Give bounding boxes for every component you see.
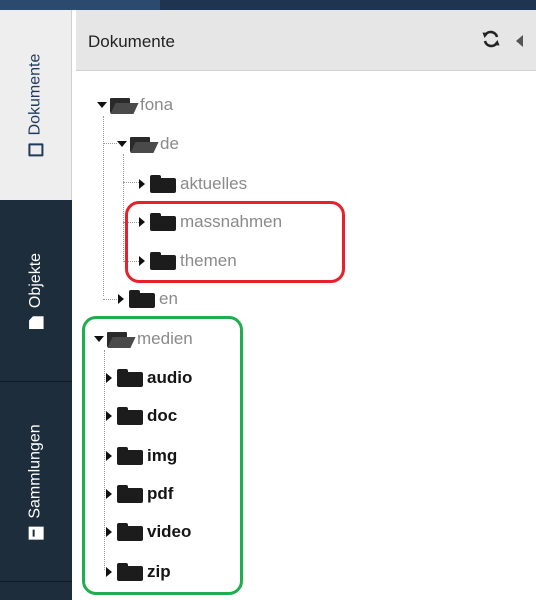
tree-node-zip[interactable]: zip bbox=[102, 558, 171, 586]
panel-title: Dokumente bbox=[88, 32, 175, 51]
folder-icon bbox=[117, 446, 143, 466]
folder-icon bbox=[117, 562, 143, 582]
folder-icon bbox=[150, 212, 176, 232]
file-icon bbox=[29, 316, 44, 329]
collapse-toggle-icon[interactable] bbox=[135, 215, 149, 229]
document-icon bbox=[28, 143, 44, 157]
tree-label-aktuelles: aktuelles bbox=[180, 174, 248, 193]
collapse-toggle-icon[interactable] bbox=[135, 177, 149, 191]
expand-toggle-icon[interactable] bbox=[95, 98, 109, 112]
tab-dokumente[interactable]: Dokumente bbox=[0, 10, 72, 200]
tree-node-aktuelles[interactable]: aktuelles bbox=[135, 170, 247, 198]
collapse-toggle-icon[interactable] bbox=[102, 525, 116, 539]
tree-label-audio: audio bbox=[147, 368, 193, 387]
collapse-toggle-icon[interactable] bbox=[114, 292, 128, 306]
folder-icon bbox=[150, 174, 176, 194]
folder-icon bbox=[117, 484, 143, 504]
tree-label-themen: themen bbox=[180, 251, 237, 270]
tree-label-video: video bbox=[147, 522, 192, 541]
tab-sammlungen-label: Sammlungen bbox=[27, 423, 44, 519]
tab-objekte-label: Objekte bbox=[27, 252, 45, 308]
tree-label-img: img bbox=[147, 446, 178, 465]
tree-node-en[interactable]: en bbox=[114, 285, 178, 313]
collection-icon bbox=[28, 526, 44, 540]
tree-connector bbox=[123, 154, 124, 262]
tree-node-pdf[interactable]: pdf bbox=[102, 480, 173, 508]
tree-label-pdf: pdf bbox=[147, 484, 174, 503]
tree-node-doc[interactable]: doc bbox=[102, 402, 177, 430]
tree-node-fona[interactable]: fona bbox=[95, 91, 173, 119]
tree-node-video[interactable]: video bbox=[102, 518, 191, 546]
sidebar-tab-rail: Dokumente Objekte Sammlungen bbox=[0, 10, 72, 600]
folder-icon bbox=[117, 522, 143, 542]
tab-dokumente-label: Dokumente bbox=[26, 53, 44, 136]
expand-toggle-icon[interactable] bbox=[92, 332, 106, 346]
tree-node-audio[interactable]: audio bbox=[102, 364, 192, 392]
tree-label-de: de bbox=[160, 134, 179, 153]
tree-label-en: en bbox=[159, 289, 178, 308]
tree-node-de[interactable]: de bbox=[115, 130, 179, 158]
folder-icon bbox=[150, 251, 176, 271]
tree-label-doc: doc bbox=[147, 406, 178, 425]
folder-open-icon bbox=[110, 95, 136, 115]
folder-open-icon bbox=[130, 134, 156, 154]
tab-objekte[interactable]: Objekte bbox=[0, 200, 72, 382]
tab-sammlungen[interactable]: Sammlungen bbox=[0, 382, 72, 582]
expand-toggle-icon[interactable] bbox=[115, 137, 129, 151]
collapse-toggle-icon[interactable] bbox=[102, 371, 116, 385]
folder-icon bbox=[117, 406, 143, 426]
tree-node-themen[interactable]: themen bbox=[135, 247, 237, 275]
tab-more[interactable] bbox=[0, 582, 72, 600]
tree-label-medien: medien bbox=[137, 329, 193, 348]
collapse-toggle-icon[interactable] bbox=[135, 254, 149, 268]
tree-node-img[interactable]: img bbox=[102, 442, 177, 470]
document-tree: fona de aktuelles massnahmen themen en m… bbox=[76, 71, 536, 600]
tree-node-medien[interactable]: medien bbox=[92, 325, 193, 353]
panel-header: Dokumente bbox=[76, 10, 536, 71]
tree-label-fona: fona bbox=[140, 95, 174, 114]
collapse-toggle-icon[interactable] bbox=[102, 487, 116, 501]
collapse-toggle-icon[interactable] bbox=[102, 565, 116, 579]
tree-label-massnahmen: massnahmen bbox=[180, 212, 283, 231]
tree-label-zip: zip bbox=[147, 562, 171, 581]
top-bar-accent bbox=[0, 0, 160, 10]
refresh-icon[interactable] bbox=[481, 29, 501, 49]
folder-open-icon bbox=[107, 329, 133, 349]
folder-icon bbox=[129, 289, 155, 309]
collapse-toggle-icon[interactable] bbox=[102, 409, 116, 423]
folder-icon bbox=[117, 368, 143, 388]
chevron-left-icon[interactable] bbox=[516, 35, 523, 47]
tree-node-massnahmen[interactable]: massnahmen bbox=[135, 208, 282, 236]
collapse-toggle-icon[interactable] bbox=[102, 449, 116, 463]
top-bar bbox=[0, 0, 536, 10]
